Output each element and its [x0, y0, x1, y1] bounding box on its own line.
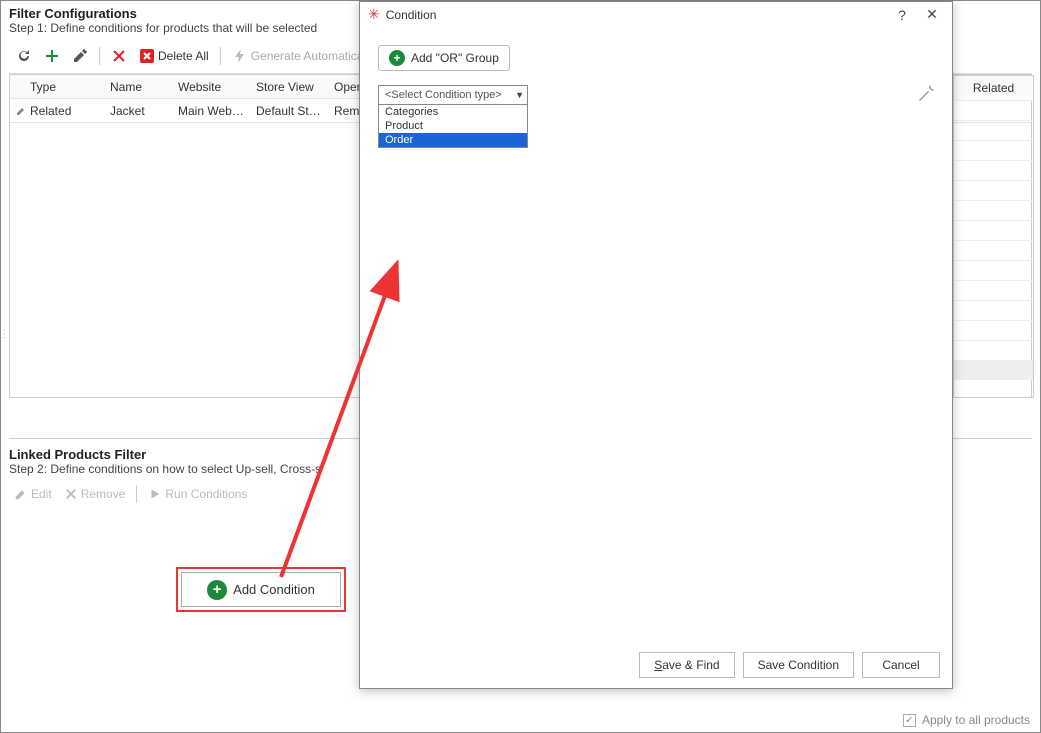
toolbar-separator	[99, 47, 100, 65]
toolbar-separator	[136, 485, 137, 503]
help-button[interactable]: ?	[890, 7, 914, 23]
x-box-icon	[139, 48, 155, 64]
col-name[interactable]: Name	[104, 80, 172, 94]
cancel-button[interactable]: Cancel	[862, 652, 940, 678]
condition-type-dropdown: Categories Product Order	[378, 105, 528, 148]
related-row[interactable]	[954, 340, 1033, 360]
related-row[interactable]	[954, 160, 1033, 180]
linked-edit-button[interactable]: Edit	[9, 484, 57, 504]
cell-website: Main Website	[172, 104, 250, 118]
chevron-down-icon: ▼	[515, 90, 524, 100]
edit-row-icon[interactable]	[16, 106, 18, 116]
related-row[interactable]	[954, 200, 1033, 220]
splitter-handle[interactable]: ⋮	[0, 329, 9, 340]
select-placeholder: <Select Condition type>	[385, 89, 502, 101]
condition-type-select[interactable]: <Select Condition type> ▼	[378, 85, 528, 105]
cell-name: Jacket	[104, 104, 172, 118]
delete-all-button[interactable]: Delete All	[134, 45, 214, 67]
col-type[interactable]: Type	[24, 80, 104, 94]
delete-button[interactable]	[106, 45, 132, 67]
related-row[interactable]	[954, 260, 1033, 280]
col-website[interactable]: Website	[172, 80, 250, 94]
close-button[interactable]: ✕	[920, 6, 944, 23]
save-condition-button[interactable]: Save Condition	[743, 652, 854, 678]
option-categories[interactable]: Categories	[379, 105, 527, 119]
related-row[interactable]	[954, 300, 1033, 320]
add-condition-button[interactable]: + Add Condition	[181, 572, 341, 607]
option-order[interactable]: Order	[379, 133, 527, 147]
col-store-view[interactable]: Store View	[250, 80, 328, 94]
plus-icon	[44, 48, 60, 64]
cell-store-view: Default Stor...	[250, 104, 328, 118]
bottom-bar: Apply to all products	[903, 713, 1030, 727]
condition-dialog: ✳ Condition ? ✕ + Add "OR" Group <Select…	[359, 1, 953, 689]
related-row[interactable]	[954, 360, 1033, 380]
pencil-icon	[14, 487, 28, 501]
related-row[interactable]	[954, 220, 1033, 240]
toolbar-separator	[220, 47, 221, 65]
linked-remove-button[interactable]: Remove	[59, 484, 131, 504]
add-condition-highlight: + Add Condition	[176, 567, 346, 612]
related-row[interactable]	[954, 180, 1033, 200]
apply-all-label: Apply to all products	[922, 713, 1030, 727]
related-row[interactable]	[954, 280, 1033, 300]
generate-auto-label: Generate Automatically	[251, 49, 375, 63]
plus-circle-icon: +	[389, 50, 405, 66]
x-icon	[64, 487, 78, 501]
refresh-icon	[16, 48, 32, 64]
edit-button[interactable]	[67, 45, 93, 67]
save-find-button[interactable]: Save & Find	[639, 652, 734, 678]
linked-remove-label: Remove	[81, 487, 126, 501]
app-icon: ✳	[368, 6, 380, 23]
bolt-icon	[232, 48, 248, 64]
related-header[interactable]: Related	[954, 76, 1033, 100]
option-product[interactable]: Product	[379, 119, 527, 133]
related-row[interactable]	[954, 120, 1033, 140]
delete-all-label: Delete All	[158, 49, 209, 63]
linked-run-button[interactable]: Run Conditions	[143, 484, 252, 504]
add-or-group-button[interactable]: + Add "OR" Group	[378, 45, 510, 71]
play-icon	[148, 487, 162, 501]
add-button[interactable]	[39, 45, 65, 67]
wand-icon[interactable]	[916, 85, 934, 103]
pencil-icon	[72, 48, 88, 64]
x-icon	[111, 48, 127, 64]
add-or-label: Add "OR" Group	[411, 51, 499, 65]
cell-type: Related	[24, 104, 104, 118]
refresh-button[interactable]	[11, 45, 37, 67]
linked-edit-label: Edit	[31, 487, 52, 501]
related-row[interactable]	[954, 140, 1033, 160]
dialog-title: Condition	[386, 8, 437, 22]
related-panel: Related	[953, 75, 1034, 398]
related-row[interactable]	[954, 240, 1033, 260]
plus-circle-icon: +	[207, 580, 227, 600]
add-condition-label: Add Condition	[233, 582, 315, 597]
apply-all-checkbox[interactable]	[903, 714, 916, 727]
linked-run-label: Run Conditions	[165, 487, 247, 501]
related-row[interactable]	[954, 100, 1033, 120]
related-row[interactable]	[954, 320, 1033, 340]
generate-auto-button[interactable]: Generate Automatically	[227, 45, 380, 67]
